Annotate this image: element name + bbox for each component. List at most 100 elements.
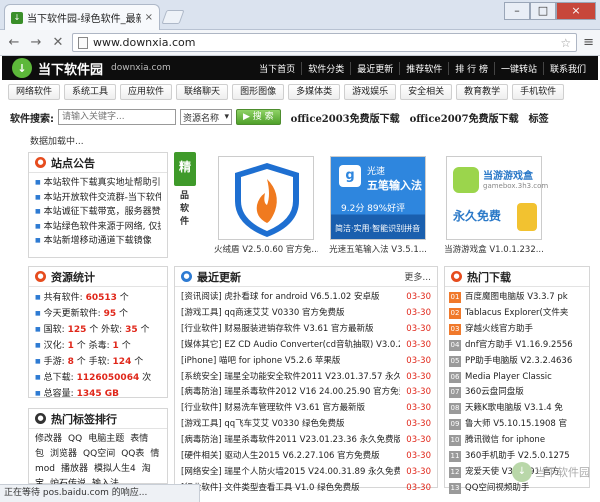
category-graphics[interactable]: 图形图像 xyxy=(232,84,285,100)
hot-link-office2003[interactable]: office2003免费版下载 xyxy=(291,110,400,125)
hot-header: ● 热门下载 xyxy=(445,267,589,287)
list-item[interactable]: 06 Media Player Classic xyxy=(449,370,585,386)
tag-link[interactable]: 修改器 xyxy=(35,433,62,446)
list-item[interactable]: [行业软件] 文件类型查看工具 V1.0 绿色免费版 03-30 xyxy=(181,481,431,497)
list-item[interactable]: [iPhone] 喵吧 for iphone V5.2.6 苹果版 03-30 xyxy=(181,354,431,370)
list-item[interactable]: [系统安全] 瑞星全功能安全软件2011 V23.01.37.57 永久免 03-… xyxy=(181,370,431,386)
list-item[interactable]: 01 百度魔图电脑版 V3.3.7 pk xyxy=(449,290,585,306)
tag-link[interactable]: QQ空间 xyxy=(83,448,115,461)
tag-link[interactable]: 电脑主题 xyxy=(88,433,124,446)
list-item[interactable]: 09 鲁大师 V5.10.15.1908 官 xyxy=(449,417,585,433)
category-apps[interactable]: 应用软件 xyxy=(120,84,173,100)
feature-item[interactable]: 当游游戏盒 gamebox.3h3.com 永久免费 当游游戏盒 V1.0.1.… xyxy=(442,156,548,255)
stop-icon[interactable]: ✕ xyxy=(50,35,66,50)
top-nav-categories[interactable]: 软件分类 xyxy=(301,61,350,75)
category-system[interactable]: 系统工具 xyxy=(64,84,117,100)
list-item[interactable]: 07 360云盘同盘版 xyxy=(449,385,585,401)
feature-name[interactable]: 火绒盾 V2.5.0.60 官方免... xyxy=(214,243,318,255)
list-item[interactable]: [行业软件] 财易服装进销存软件 V3.61 官方最新版 03-30 xyxy=(181,322,431,338)
list-item[interactable]: 本站新增移动通道下载镜像 xyxy=(35,234,161,249)
category-education[interactable]: 教育教学 xyxy=(456,84,509,100)
tag-link[interactable]: QQ表 xyxy=(121,448,144,461)
tag-link[interactable]: QQ xyxy=(68,433,82,446)
browser-tab[interactable]: ↓ 当下软件园-绿色软件_最新 × xyxy=(4,4,160,30)
logo-arrow-icon[interactable]: ↓ xyxy=(12,58,32,78)
minimize-button[interactable]: – xyxy=(504,2,530,20)
search-type-select[interactable]: 资源名称 ▾ xyxy=(180,109,232,125)
category-network[interactable]: 网络软件 xyxy=(8,84,61,100)
list-item[interactable]: 04 dnf官方助手 V1.16.9.2556 xyxy=(449,338,585,354)
category-multimedia[interactable]: 多媒体类 xyxy=(288,84,341,100)
back-arrow-icon[interactable]: ← xyxy=(6,35,22,50)
top-nav-latest[interactable]: 最近更新 xyxy=(350,61,399,75)
list-item[interactable]: 本站诚征下载带宽，服务器赞助 xyxy=(35,205,161,220)
tag-link[interactable]: 浏览器 xyxy=(50,448,77,461)
tab-close-icon[interactable]: × xyxy=(145,12,153,23)
search-input[interactable] xyxy=(58,109,176,125)
category-security[interactable]: 安全相关 xyxy=(400,84,453,100)
feature-image-ime[interactable]: g 光速 五笔输入法 9.2分 89%好评 简洁·实用·智能识别拼音 xyxy=(330,156,426,240)
ime-g-icon: g xyxy=(339,165,361,187)
list-item[interactable]: [网络安全] 瑞星个人防火墙2015 V24.00.31.89 永久免费版 03-… xyxy=(181,465,431,481)
bookmark-star-icon[interactable]: ☆ xyxy=(560,36,571,50)
feature-image-gamebox[interactable]: 当游游戏盒 gamebox.3h3.com 永久免费 xyxy=(446,156,548,240)
list-item[interactable]: 10 腾讯微信 for iphone xyxy=(449,433,585,449)
hot-panel: ● 热门下载 01 百度魔图电脑版 V3.3.7 pk 02 Tablacus Ex… xyxy=(444,266,590,494)
top-nav-ranking[interactable]: 排 行 榜 xyxy=(448,61,494,75)
tag-link[interactable]: 包 xyxy=(35,448,44,461)
tags-header: ● 热门标签排行 xyxy=(29,409,167,429)
list-item[interactable]: 本站开放软件交流群-当下软件园 xyxy=(35,191,161,206)
hot-link-office2007[interactable]: office2007免费版下载 xyxy=(410,110,519,125)
list-item[interactable]: [病毒防治] 瑞星杀毒软件2012 V16 24.00.25.90 官方免费 03… xyxy=(181,385,431,401)
feature-image-shield[interactable] xyxy=(218,156,314,240)
top-nav-contact[interactable]: 联系我们 xyxy=(542,61,592,75)
list-item[interactable]: 13 QQ空间视频助手 xyxy=(449,481,585,497)
top-nav-recommended[interactable]: 推荐软件 xyxy=(399,61,448,75)
tag-link[interactable]: 淘 xyxy=(142,463,151,476)
new-tab-button[interactable] xyxy=(161,10,185,24)
search-label: 软件搜索: xyxy=(10,113,54,125)
list-item[interactable]: 05 PP助手电脑版 V2.3.2.4636 xyxy=(449,354,585,370)
flame-icon: ● xyxy=(451,271,462,282)
tag-link[interactable]: 播放器 xyxy=(61,463,88,476)
search-button[interactable]: ▶ 搜 索 xyxy=(236,109,281,125)
forward-arrow-icon[interactable]: → xyxy=(28,35,44,50)
list-item[interactable]: [行业软件] 财易洗车管理软件 V3.61 官方最新版 03-30 xyxy=(181,401,431,417)
list-item[interactable]: [病毒防治] 瑞星杀毒软件2011 V23.01.23.36 永久免费版 03-3… xyxy=(181,433,431,449)
feature-name[interactable]: 光速五笔输入法 V3.5.1... xyxy=(326,243,430,255)
list-item[interactable]: 本站软件下载真实地址帮助引导 xyxy=(35,176,161,191)
close-window-button[interactable]: × xyxy=(556,2,596,20)
tag-link[interactable]: mod xyxy=(35,463,55,476)
list-item[interactable]: [媒体其它] EZ CD Audio Converter(cd音轨抽取) V3.… xyxy=(181,338,431,354)
list-item[interactable]: [资讯阅读] 虎扑看球 for android V6.5.1.02 安卓版 03-… xyxy=(181,290,431,306)
feature-item[interactable]: 火绒盾 V2.5.0.60 官方免... xyxy=(214,156,318,255)
latest-list: [资讯阅读] 虎扑看球 for android V6.5.1.02 安卓版 03-… xyxy=(175,287,437,500)
list-item[interactable]: [硬件相关] 驱动人生2015 V6.2.27.106 官方免费版 03-30 xyxy=(181,449,431,465)
tag-link[interactable]: 模拟人生4 xyxy=(94,463,136,476)
list-item[interactable]: 本站绿色软件来源于网络, 仅提供 xyxy=(35,220,161,235)
tag-link[interactable]: 表情 xyxy=(130,433,148,446)
watermark-text: 当下软件园 xyxy=(535,466,590,479)
latest-more-link[interactable]: 更多... xyxy=(404,270,431,283)
bullhorn-icon: ● xyxy=(35,157,46,168)
list-item[interactable]: [游戏工具] qq飞车艾艾 V0330 绿色免费版 03-30 xyxy=(181,417,431,433)
logo-text[interactable]: 当下软件园 xyxy=(38,59,103,78)
category-games[interactable]: 游戏娱乐 xyxy=(344,84,397,100)
hot-link-tags[interactable]: 标签 xyxy=(529,110,549,125)
feature-name[interactable]: 当游游戏盒 V1.0.1.232... xyxy=(442,243,546,255)
category-mobile[interactable]: 手机软件 xyxy=(512,84,565,100)
stat-row: 共有软件: 60513 个 xyxy=(35,290,161,306)
list-item[interactable]: 02 Tablacus Explorer(文件夹 xyxy=(449,306,585,322)
list-item[interactable]: 08 天籁K歌电脑版 V3.1.4 免 xyxy=(449,401,585,417)
top-nav-switch[interactable]: 一键转站 xyxy=(493,61,543,75)
top-nav-home[interactable]: 当下首页 xyxy=(253,62,301,75)
tag-link[interactable]: 情 xyxy=(150,448,159,461)
list-item[interactable]: 03 穿越火线官方助手 xyxy=(449,322,585,338)
menu-icon[interactable]: ≡ xyxy=(583,35,594,50)
category-chat[interactable]: 联络聊天 xyxy=(176,84,229,100)
list-item[interactable]: [游戏工具] qq商速艾艾 V0330 官方免费版 03-30 xyxy=(181,306,431,322)
feature-item[interactable]: g 光速 五笔输入法 9.2分 89%好评 简洁·实用·智能识别拼音 光速五笔输… xyxy=(326,156,430,255)
notice-list: 本站软件下载真实地址帮助引导 本站开放软件交流群-当下软件园 本站诚征下载带宽，… xyxy=(29,173,167,252)
address-bar[interactable]: www.downxia.com ☆ xyxy=(72,33,578,52)
maximize-button[interactable]: □ xyxy=(530,2,556,20)
